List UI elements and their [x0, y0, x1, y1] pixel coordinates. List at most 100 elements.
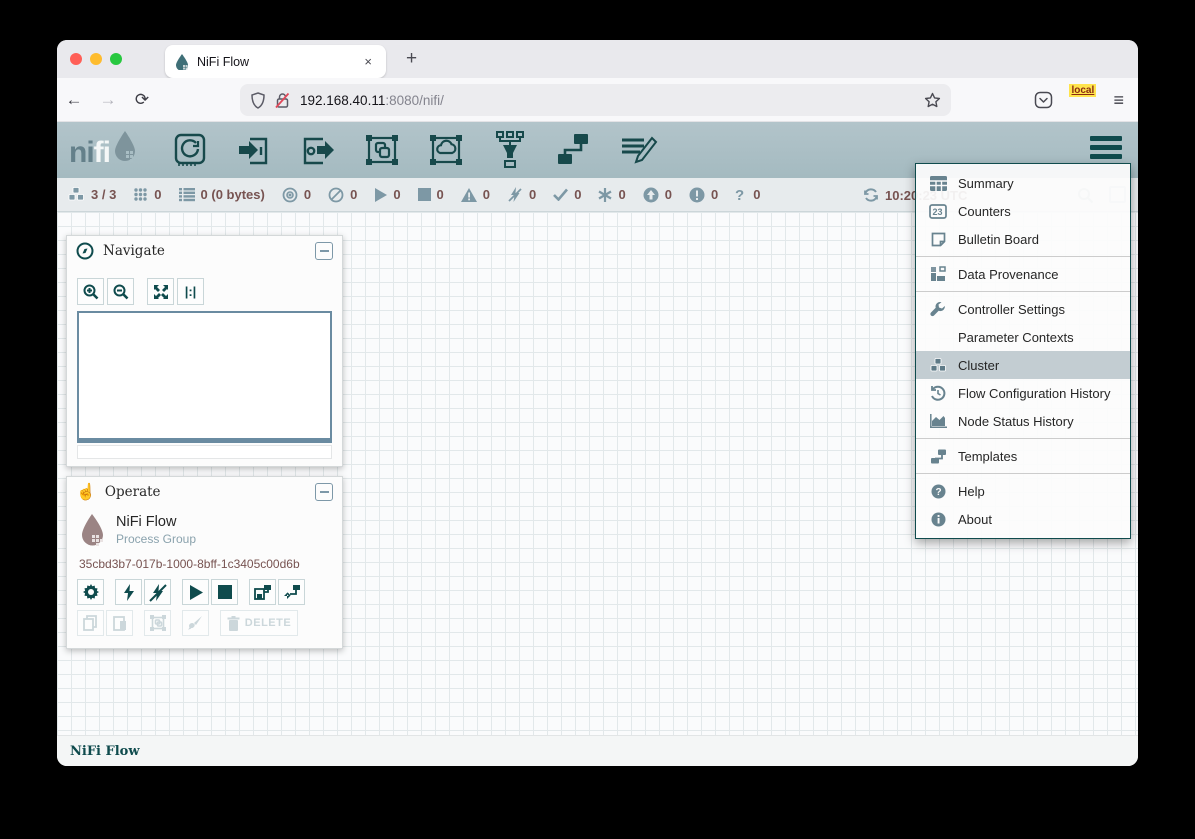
- funnel-component-button[interactable]: [490, 131, 530, 169]
- zoom-window-button[interactable]: [110, 53, 122, 65]
- zoom-actual-size-button[interactable]: |:|: [177, 278, 204, 305]
- breadcrumb-root[interactable]: NiFi Flow: [70, 744, 140, 759]
- nifi-logo-fi: fi: [94, 136, 110, 170]
- status-item: 0: [507, 187, 536, 203]
- selected-component-summary: NiFi Flow Process Group: [67, 507, 342, 547]
- menu-item-label: Cluster: [958, 358, 999, 373]
- menu-divider: [916, 473, 1130, 474]
- help-circle-icon: ?: [928, 484, 948, 499]
- menu-item-label: Templates: [958, 449, 1017, 464]
- not-transmitting-icon: [328, 187, 344, 203]
- birdseye-minimap[interactable]: [77, 311, 332, 443]
- paste-button[interactable]: [106, 610, 133, 636]
- menu-item-cluster[interactable]: Cluster: [916, 351, 1130, 379]
- copy-button[interactable]: [77, 610, 104, 636]
- shield-icon[interactable]: [250, 92, 266, 109]
- browser-tab[interactable]: NiFi Flow ×: [165, 45, 386, 78]
- menu-item-label: Node Status History: [958, 414, 1074, 429]
- menu-item-parameter-contexts[interactable]: Parameter Contexts: [916, 323, 1130, 351]
- zoom-out-button[interactable]: [107, 278, 134, 305]
- stop-square-button[interactable]: [211, 579, 238, 605]
- process-group-id: 35cbd3b7-017b-1000-8bff-1c3405c00d6b: [67, 547, 342, 571]
- profile-avatar[interactable]: local: [1071, 88, 1095, 112]
- close-window-button[interactable]: [70, 53, 82, 65]
- nifi-global-menu-button[interactable]: [1090, 136, 1122, 159]
- status-item: 3 / 3: [68, 187, 116, 202]
- status-count: 0 (0 bytes): [201, 187, 265, 202]
- back-icon[interactable]: ←: [57, 90, 91, 110]
- navigate-collapse-button[interactable]: [315, 242, 333, 260]
- locally-modified-icon: [598, 188, 612, 202]
- bookmark-star-icon[interactable]: [924, 92, 941, 109]
- toolbar-right-icons: local ≡: [1034, 78, 1124, 122]
- navigate-panel: Navigate |:|: [66, 235, 343, 467]
- menu-item-help[interactable]: ?Help: [916, 477, 1130, 505]
- menu-item-counters[interactable]: 23Counters: [916, 197, 1130, 225]
- compass-icon: [76, 242, 94, 260]
- status-item: 0: [418, 187, 444, 202]
- color-brush-button[interactable]: [182, 610, 209, 636]
- menu-item-data-provenance[interactable]: Data Provenance: [916, 260, 1130, 288]
- zoom-fit-button[interactable]: [147, 278, 174, 305]
- process-group-drop-icon: [79, 513, 106, 547]
- url-bar[interactable]: 192.168.40.11:8080/nifi/: [240, 84, 951, 116]
- status-count: 0: [618, 187, 625, 202]
- menu-item-controller-settings[interactable]: Controller Settings: [916, 295, 1130, 323]
- status-item: 0: [133, 187, 161, 202]
- status-count: 0: [529, 187, 536, 202]
- breadcrumb-bar: NiFi Flow: [57, 735, 1138, 766]
- tab-close-icon[interactable]: ×: [360, 52, 376, 71]
- enable-lightning-button[interactable]: [115, 579, 142, 605]
- menu-item-about[interactable]: About: [916, 505, 1130, 533]
- minimize-window-button[interactable]: [90, 53, 102, 65]
- delete-button[interactable]: DELETE: [220, 610, 298, 636]
- start-play-button[interactable]: [182, 579, 209, 605]
- zoom-in-button[interactable]: [77, 278, 104, 305]
- profile-local-badge: local: [1069, 84, 1096, 97]
- counters-icon: 23: [928, 204, 948, 219]
- forward-icon[interactable]: →: [91, 90, 125, 110]
- status-item: 0: [328, 187, 357, 203]
- upload-template-button[interactable]: [278, 579, 305, 605]
- nifi-logo: nifi: [69, 130, 138, 170]
- operate-collapse-button[interactable]: [315, 483, 333, 501]
- remote-process-group-component-button[interactable]: [426, 131, 466, 169]
- table-icon: [928, 176, 948, 191]
- menu-item-summary[interactable]: Summary: [916, 169, 1130, 197]
- insecure-lock-icon[interactable]: [275, 92, 290, 109]
- save-template-button[interactable]: [249, 579, 276, 605]
- status-count: 0: [753, 187, 760, 202]
- process-group-component-button[interactable]: [362, 131, 402, 169]
- menu-item-templates[interactable]: Templates: [916, 442, 1130, 470]
- status-count: 0: [574, 187, 581, 202]
- status-count: 0: [665, 187, 672, 202]
- menu-item-bulletin-board[interactable]: Bulletin Board: [916, 225, 1130, 253]
- locally-modified-stale-icon: [689, 187, 705, 203]
- operate-buttons-row-1: [67, 571, 342, 605]
- operate-panel: ☝ Operate NiFi Flow Process Group 35cbd3…: [66, 476, 343, 649]
- configure-gear-button[interactable]: [77, 579, 104, 605]
- stopped-icon: [418, 188, 431, 201]
- menu-item-flow-configuration-history[interactable]: Flow Configuration History: [916, 379, 1130, 407]
- refresh-icon[interactable]: [863, 187, 879, 203]
- screenshot-stage: NiFi Flow × + ← → ⟳ 192.168.40.11:8080/n…: [0, 0, 1195, 839]
- pocket-icon[interactable]: [1034, 91, 1053, 109]
- processor-component-button[interactable]: [170, 131, 210, 169]
- template-component-button[interactable]: [554, 131, 594, 169]
- reload-icon[interactable]: ⟳: [125, 90, 159, 110]
- browser-toolbar: ← → ⟳ 192.168.40.11:8080/nifi/: [57, 78, 1138, 122]
- disabled-icon: [507, 187, 523, 203]
- browser-menu-icon[interactable]: ≡: [1113, 90, 1124, 111]
- operate-panel-header: ☝ Operate: [67, 477, 342, 507]
- menu-item-node-status-history[interactable]: Node Status History: [916, 407, 1130, 435]
- input-port-component-button[interactable]: [234, 131, 274, 169]
- status-count: 0: [483, 187, 490, 202]
- up-to-date-icon: [553, 188, 568, 201]
- menu-item-label: Bulletin Board: [958, 232, 1039, 247]
- new-tab-button[interactable]: +: [400, 48, 423, 70]
- disable-crossed-lightning-button[interactable]: [144, 579, 171, 605]
- component-toolbar: [170, 131, 658, 169]
- label-component-button[interactable]: [618, 131, 658, 169]
- group-selection-button[interactable]: [144, 610, 171, 636]
- output-port-component-button[interactable]: [298, 131, 338, 169]
